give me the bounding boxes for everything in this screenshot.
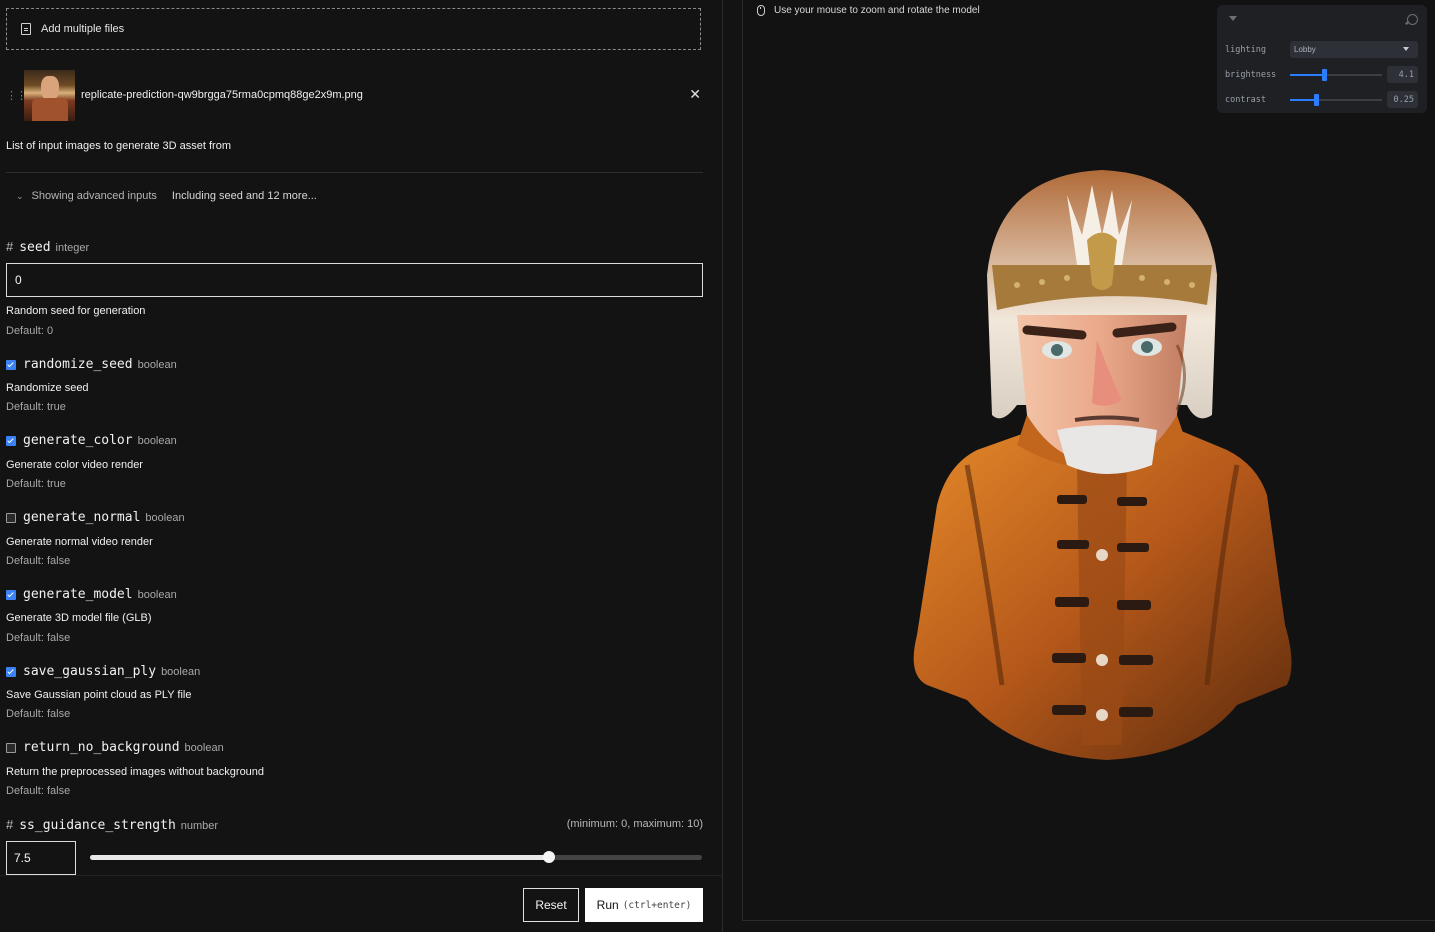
field-type: boolean — [145, 512, 185, 524]
close-icon[interactable]: ✕ — [689, 86, 701, 103]
field-default: Default: false — [6, 555, 71, 567]
hash-icon: # — [6, 239, 14, 254]
field-description: Randomize seed — [6, 382, 89, 394]
slider-knob[interactable] — [1313, 93, 1319, 106]
field-default: Default: false — [6, 708, 71, 720]
run-button[interactable]: Run (ctrl+enter) — [585, 888, 703, 922]
field-description: Generate normal video render — [6, 536, 153, 548]
slider-knob[interactable] — [1322, 68, 1328, 81]
run-label: Run — [596, 898, 619, 912]
viewer-hint: Use your mouse to zoom and rotate the mo… — [757, 5, 980, 16]
return-no-background-checkbox[interactable] — [6, 742, 16, 753]
field-type: boolean — [137, 589, 177, 601]
divider — [0, 875, 722, 876]
add-files-label: Add multiple files — [41, 23, 125, 35]
field-title-seed: # seed integer — [6, 239, 89, 255]
slider-fill — [90, 855, 549, 860]
field-title-return-no-background: return_no_background boolean — [6, 740, 224, 755]
field-description: Generate color video render — [6, 459, 143, 471]
run-shortcut-hint: (ctrl+enter) — [622, 899, 692, 911]
viewer-controls-panel: lighting Lobby brightness 4.1 contrast 0… — [1217, 5, 1427, 113]
search-icon[interactable] — [1407, 14, 1418, 25]
file-thumbnail — [24, 69, 75, 121]
viewer-hint-text: Use your mouse to zoom and rotate the mo… — [774, 5, 980, 16]
field-title-randomize-seed: randomize_seed boolean — [6, 357, 177, 372]
chevron-down-icon: ⌄ — [16, 190, 24, 201]
advanced-inputs-toggle[interactable]: ⌄ Showing advanced inputs Including seed… — [16, 190, 317, 202]
contrast-slider[interactable] — [1290, 93, 1382, 106]
advanced-label: Showing advanced inputs — [31, 190, 157, 202]
3d-model-render[interactable] — [907, 165, 1293, 760]
slider-fill — [1290, 98, 1316, 101]
contrast-label: contrast — [1225, 94, 1266, 105]
ss-guidance-strength-slider[interactable] — [90, 851, 702, 863]
lighting-select[interactable]: Lobby — [1290, 41, 1418, 58]
slider-fill — [1290, 73, 1325, 76]
field-type: integer — [55, 242, 90, 254]
field-name: generate_color — [23, 433, 133, 448]
uploaded-file-row: ⋮⋮ replicate-prediction-qw9brgga75rma0cp… — [6, 68, 703, 122]
lighting-value: Lobby — [1294, 45, 1316, 54]
field-title-generate-model: generate_model boolean — [6, 587, 177, 602]
field-type: boolean — [137, 359, 177, 371]
brightness-label: brightness — [1225, 69, 1277, 80]
field-name: randomize_seed — [23, 357, 133, 372]
field-name: generate_model — [23, 587, 133, 602]
brightness-value[interactable]: 4.1 — [1387, 66, 1418, 83]
divider — [6, 172, 703, 173]
hash-icon: # — [6, 817, 14, 832]
field-default: Default: true — [6, 401, 66, 413]
generate-color-checkbox[interactable] — [6, 435, 16, 446]
field-name: ss_guidance_strength — [19, 818, 176, 833]
reset-button[interactable]: Reset — [523, 888, 579, 922]
brightness-slider[interactable] — [1290, 68, 1382, 81]
seed-input[interactable] — [6, 263, 703, 297]
add-files-dropzone[interactable]: Add multiple files — [6, 8, 701, 50]
model-viewer[interactable]: Use your mouse to zoom and rotate the mo… — [742, 0, 1435, 921]
field-default: Default: true — [6, 478, 66, 490]
field-name: seed — [19, 240, 51, 255]
field-description: Save Gaussian point cloud as PLY file — [6, 689, 192, 701]
input-panel: Add multiple files ⋮⋮ replicate-predicti… — [0, 0, 722, 932]
field-name: return_no_background — [23, 740, 180, 755]
field-name: generate_normal — [23, 510, 141, 525]
lighting-row: lighting Lobby — [1225, 41, 1418, 58]
field-type: boolean — [184, 742, 224, 754]
file-icon — [21, 23, 31, 35]
lighting-label: lighting — [1225, 44, 1266, 55]
field-description: Random seed for generation — [6, 305, 146, 317]
collapse-triangle-icon[interactable] — [1229, 16, 1237, 21]
field-type: boolean — [137, 435, 177, 447]
save-gaussian-ply-checkbox[interactable] — [6, 666, 16, 677]
randomize-seed-checkbox[interactable] — [6, 359, 16, 370]
ss-guidance-strength-input[interactable] — [6, 841, 76, 875]
field-name: save_gaussian_ply — [23, 664, 157, 679]
contrast-row: contrast 0.25 — [1225, 91, 1418, 108]
panel-divider — [722, 0, 723, 932]
field-type: boolean — [161, 666, 201, 678]
mouse-icon — [757, 5, 765, 16]
drag-handle-icon[interactable]: ⋮⋮ — [6, 89, 27, 102]
controls-header[interactable] — [1217, 5, 1427, 33]
field-description: Generate 3D model file (GLB) — [6, 612, 152, 624]
range-note: (minimum: 0, maximum: 10) — [566, 818, 703, 830]
images-help-text: List of input images to generate 3D asse… — [6, 140, 232, 152]
file-name: replicate-prediction-qw9brgga75rma0cpmq8… — [81, 89, 363, 101]
field-default: Default: false — [6, 632, 71, 644]
slider-knob[interactable] — [543, 851, 555, 863]
field-title-ss-guidance-strength: # ss_guidance_strength number — [6, 817, 218, 833]
brightness-row: brightness 4.1 — [1225, 66, 1418, 83]
field-default: Default: 0 — [6, 325, 54, 337]
field-title-generate-color: generate_color boolean — [6, 433, 177, 448]
generate-model-checkbox[interactable] — [6, 589, 16, 600]
generate-normal-checkbox[interactable] — [6, 512, 16, 523]
field-title-generate-normal: generate_normal boolean — [6, 510, 185, 525]
advanced-summary: Including seed and 12 more... — [171, 190, 317, 202]
contrast-value[interactable]: 0.25 — [1387, 91, 1418, 108]
field-title-save-gaussian-ply: save_gaussian_ply boolean — [6, 664, 200, 679]
field-description: Return the preprocessed images without b… — [6, 766, 265, 778]
field-default: Default: false — [6, 785, 71, 797]
field-type: number — [180, 820, 219, 832]
